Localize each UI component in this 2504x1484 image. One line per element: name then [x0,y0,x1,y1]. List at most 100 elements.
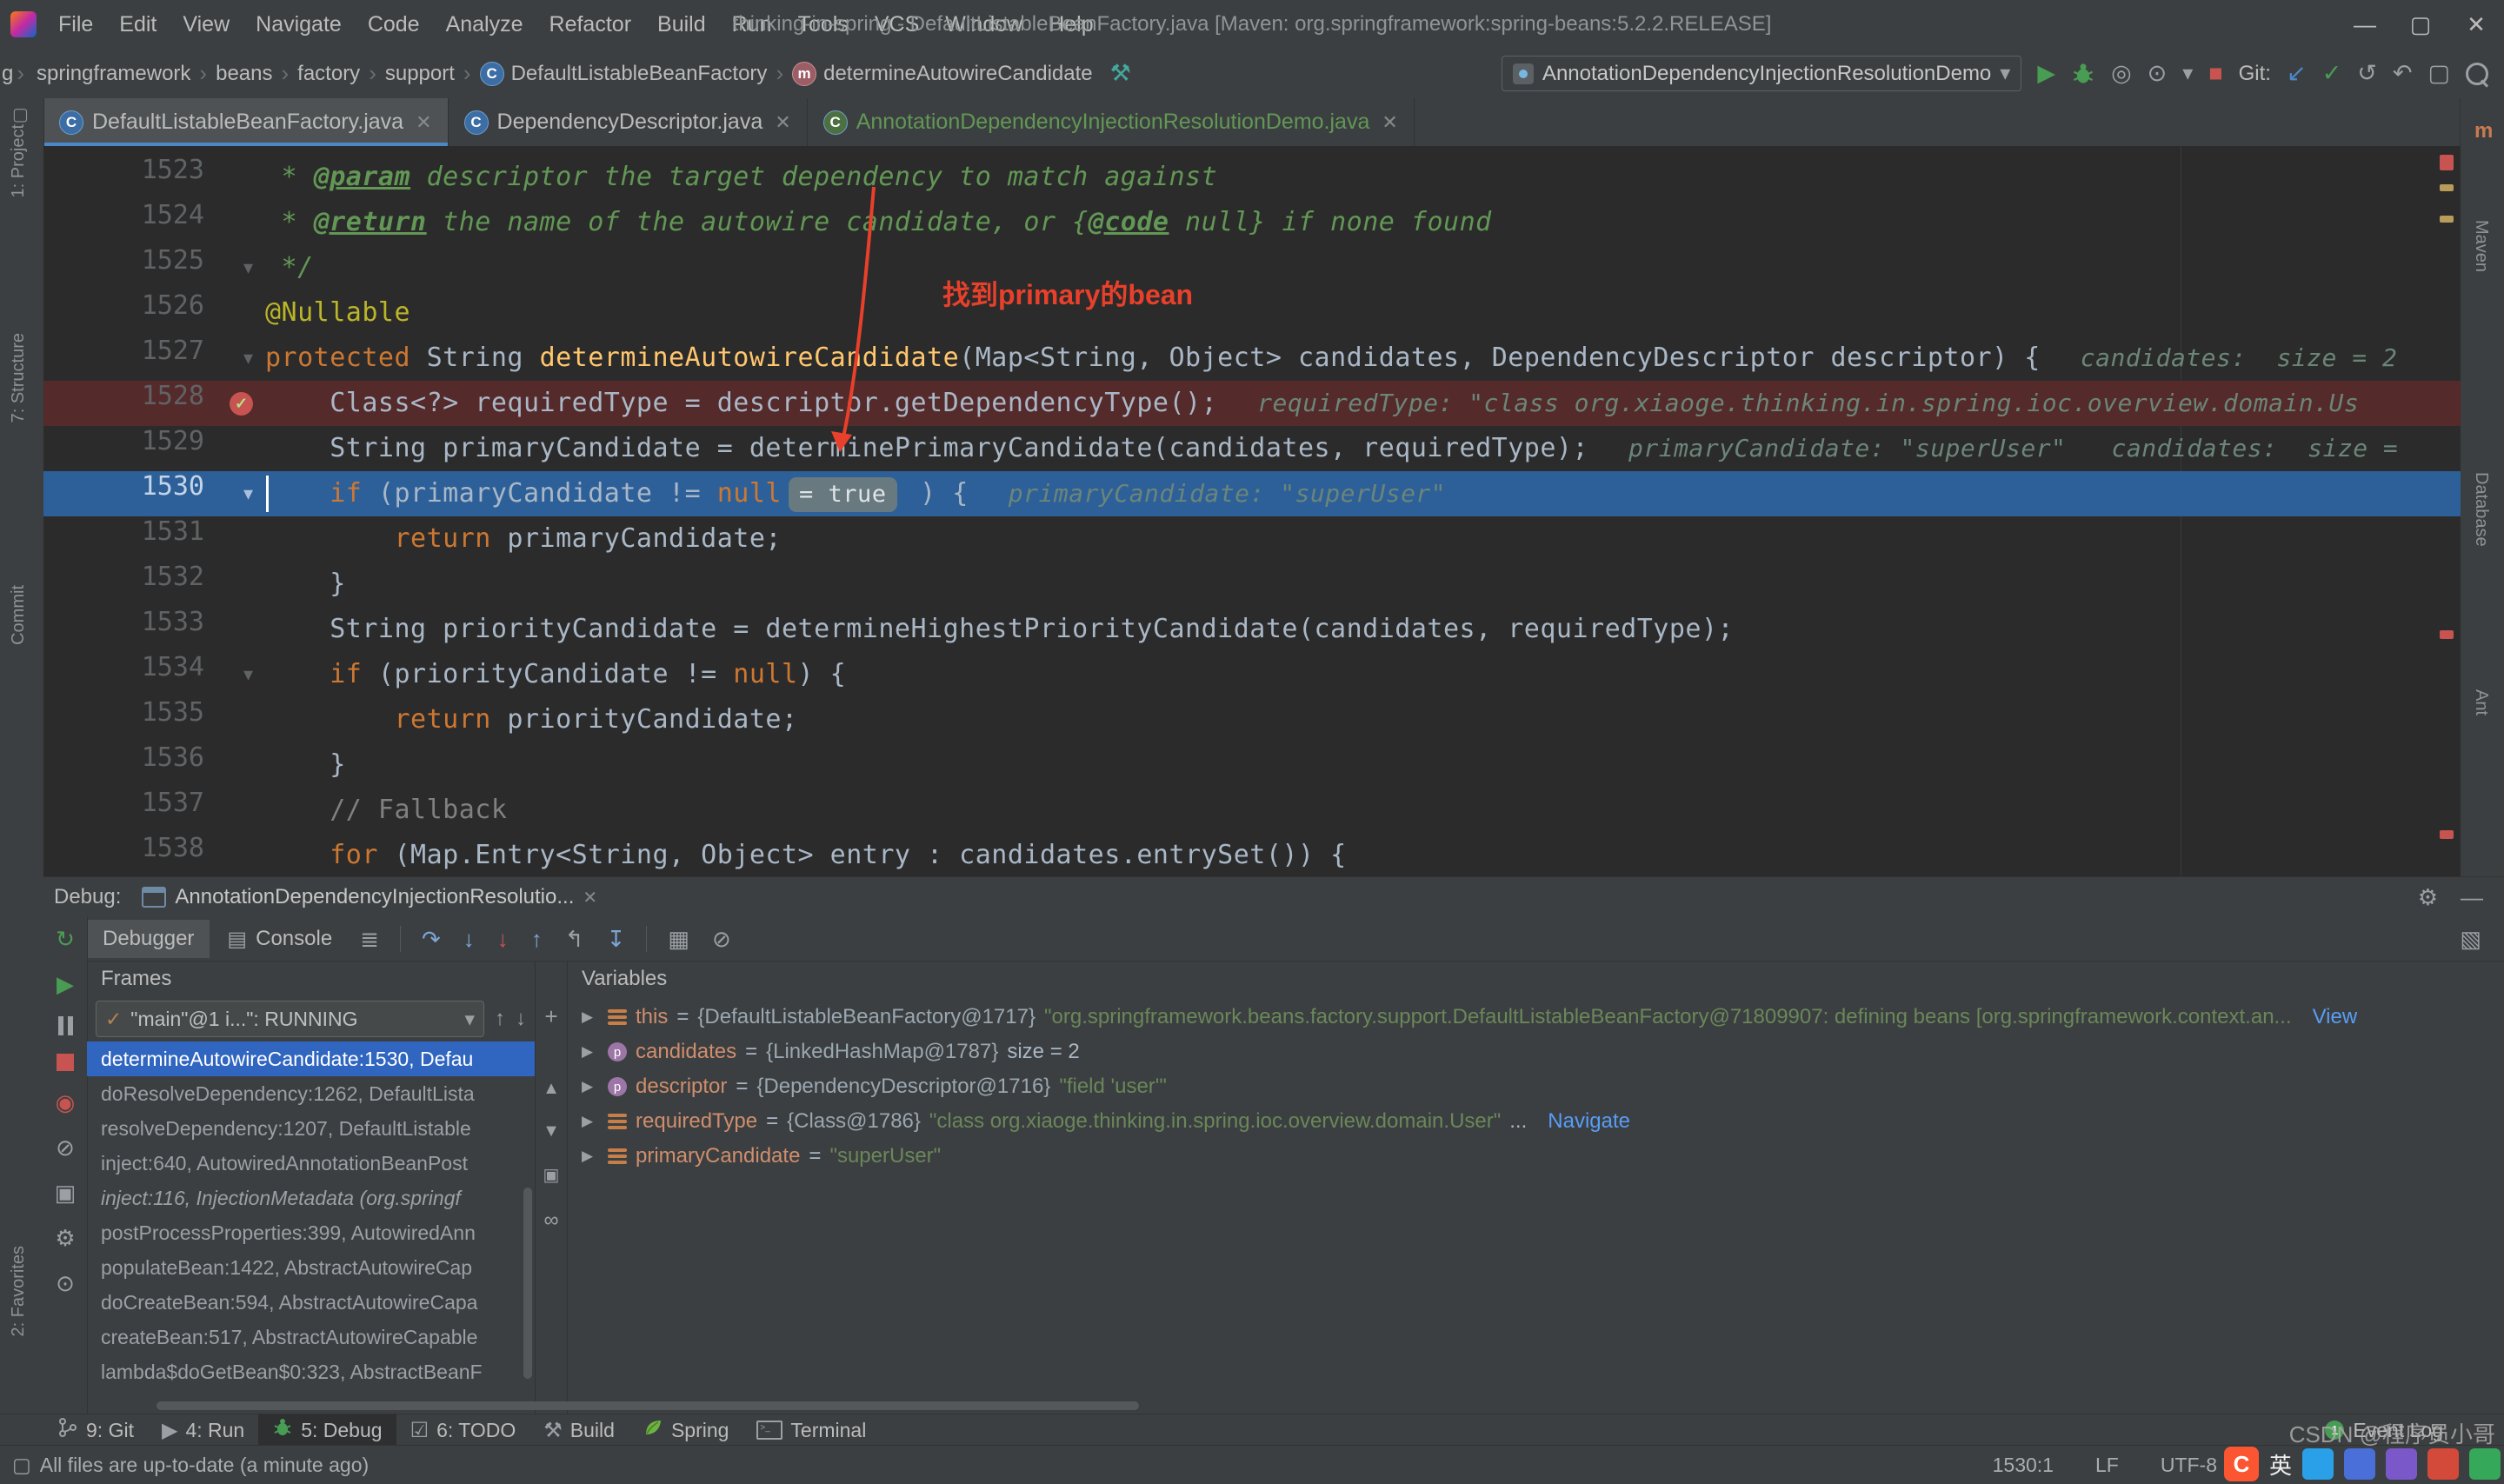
stack-frame[interactable]: inject:116, InjectionMetadata (org.sprin… [87,1181,535,1215]
variable-link[interactable]: View [2313,1005,2358,1029]
breadcrumb-item[interactable]: beans [210,58,277,90]
debug-button[interactable] [2071,62,2095,86]
tab-debugger[interactable]: Debugger [87,920,210,958]
rerun-icon[interactable]: ↻ [56,926,75,953]
tool-window-button-maven[interactable]: Maven [2471,220,2491,272]
menu-code[interactable]: Code [355,12,433,37]
editor-tab[interactable]: C AnnotationDependencyInjectionResolution… [808,98,1415,146]
settings-icon[interactable]: ⚙ [55,1225,75,1252]
fold-icon[interactable]: ▾ [243,471,253,516]
run-configuration-select[interactable]: AnnotationDependencyInjectionResolutionD… [1501,56,2022,91]
caret-position[interactable]: 1530:1 [1993,1454,2054,1477]
csdn-logo-icon[interactable]: C [2223,1447,2259,1481]
git-history-button[interactable]: ↺ [2357,62,2377,85]
close-icon[interactable]: ✕ [1382,111,1397,134]
step-over-icon[interactable]: ↷ [411,926,451,953]
line-ending[interactable]: LF [2095,1454,2119,1477]
profiler-button[interactable]: ⊙ [2148,62,2168,85]
menu-analyze[interactable]: Analyze [433,12,536,37]
fold-icon[interactable]: ▾ [243,336,253,381]
close-button[interactable]: ✕ [2448,11,2504,38]
error-stripe-mark[interactable] [2440,630,2454,639]
stack-frame[interactable]: postProcessProperties:399, AutowiredAnn [87,1215,535,1250]
stack-frame[interactable]: determineAutowireCandidate:1530, Defau [87,1041,535,1076]
run-button[interactable]: ▶ [2037,62,2055,85]
gutter[interactable]: 1527 ▾ [43,336,265,381]
gutter[interactable]: 1532 [43,562,265,607]
tool-window-button-ant[interactable]: Ant [2471,689,2491,715]
screen-share-icon[interactable]: ▢ [2427,62,2450,85]
fold-icon[interactable]: ▾ [243,652,253,697]
gutter[interactable]: 1536 [43,742,265,788]
tool-window-button-database[interactable]: Database [2471,472,2491,547]
tool-window-button-9-git[interactable]: 9: Git [43,1414,148,1446]
tray-icon[interactable] [2469,1448,2501,1480]
file-encoding[interactable]: UTF-8 [2161,1454,2217,1477]
gutter[interactable]: 1530 ▾ [43,471,265,516]
frames-scrollbar[interactable] [523,1188,532,1379]
breadcrumb-item[interactable]: m determineAutowireCandidate [787,58,1098,90]
gear-icon[interactable]: ⚙ [2418,884,2438,911]
chevron-down-icon[interactable]: ▾ [2182,61,2193,86]
scroll-up-icon[interactable]: ▲ [543,1079,560,1099]
git-update-button[interactable]: ↙ [2287,62,2307,85]
layout-menu-icon[interactable]: ≣ [350,926,390,953]
tray-icon[interactable] [2386,1448,2417,1480]
stop-button[interactable]: ■ [2208,62,2222,85]
gutter[interactable]: 1522 [43,146,265,155]
variable-row[interactable]: ▶ p candidates = {LinkedHashMap@1787} size… [568,1035,2504,1069]
editor-tab[interactable]: C DependencyDescriptor.java ✕ [449,98,808,146]
mute-breakpoints-icon[interactable]: ⊘ [56,1135,75,1161]
warning-stripe-mark[interactable] [2440,216,2454,223]
stack-frame[interactable]: populateBean:1422, AbstractAutowireCap [87,1250,535,1285]
variable-row[interactable]: ▶ this = {DefaultListableBeanFactory@1717… [568,1000,2504,1035]
mute-breakpoints-icon[interactable]: ⊘ [702,926,742,953]
expand-icon[interactable]: ▶ [582,1008,599,1026]
menu-refactor[interactable]: Refactor [536,12,644,37]
error-stripe-mark[interactable] [2440,155,2454,170]
expand-icon[interactable]: ▶ [582,1078,599,1095]
tool-window-button-7-structure[interactable]: 7: Structure [9,333,29,423]
tool-window-button-terminal[interactable]: >_ Terminal [743,1414,880,1446]
run-to-cursor-icon[interactable]: ↧ [596,926,636,953]
tool-window-button-commit[interactable]: Commit [9,585,29,645]
breadcrumb-item[interactable]: springframework [31,58,196,90]
pause-icon[interactable] [57,1016,73,1035]
menu-edit[interactable]: Edit [106,12,170,37]
tool-window-button-build[interactable]: ⚒ Build [529,1414,629,1446]
gutter[interactable]: 1529 [43,426,265,471]
project-tool-icon[interactable]: ▢ [12,103,29,125]
tool-window-button-spring[interactable]: Spring [629,1414,743,1446]
menu-build[interactable]: Build [644,12,719,37]
breakpoint-icon[interactable]: ✓ [230,392,253,416]
stack-frame[interactable]: inject:640, AutowiredAnnotationBeanPost [87,1146,535,1181]
force-step-into-icon[interactable]: ↓ [487,926,519,953]
code-editor[interactable]: 1522 * that match the required type, as … [43,146,2461,876]
close-icon[interactable]: ✕ [775,111,790,134]
stack-frame[interactable]: doCreateBean:594, AbstractAutowireCapa [87,1285,535,1320]
expand-icon[interactable]: ▶ [582,1113,599,1130]
resume-icon[interactable]: ▶ [57,971,74,998]
gutter[interactable]: 1534 ▾ [43,652,265,697]
gutter[interactable]: 1537 [43,788,265,833]
step-out-icon[interactable]: ↑ [521,926,553,953]
variable-link[interactable]: Navigate [1548,1109,1630,1134]
tab-console[interactable]: ▤ Console [211,920,348,959]
expand-icon[interactable]: ▶ [582,1043,599,1061]
build-project-icon[interactable]: ⚒ [1110,62,1131,85]
tool-window-button-6-todo[interactable]: ☑ 6: TODO [396,1414,530,1446]
gutter[interactable]: 1528 ✓ [43,381,265,426]
gutter[interactable]: 1526 [43,290,265,336]
horizontal-scrollbar[interactable] [156,1401,1139,1410]
thread-dump-icon[interactable]: ▣ [55,1180,77,1207]
maximize-button[interactable]: ▢ [2393,11,2448,38]
breadcrumb-item[interactable]: support [380,58,460,90]
stack-frame[interactable]: lambda$doGetBean$0:323, AbstractBeanF [87,1354,535,1389]
close-icon[interactable]: ✕ [416,111,431,134]
error-stripe-mark[interactable] [2440,830,2454,839]
tray-icon[interactable] [2302,1448,2334,1480]
gutter[interactable]: 1523 [43,155,265,200]
show-watches-icon[interactable]: ∞ [543,1208,558,1233]
tray-icon[interactable] [2344,1448,2375,1480]
variable-row[interactable]: ▶ p descriptor = {DependencyDescriptor@171… [568,1069,2504,1104]
